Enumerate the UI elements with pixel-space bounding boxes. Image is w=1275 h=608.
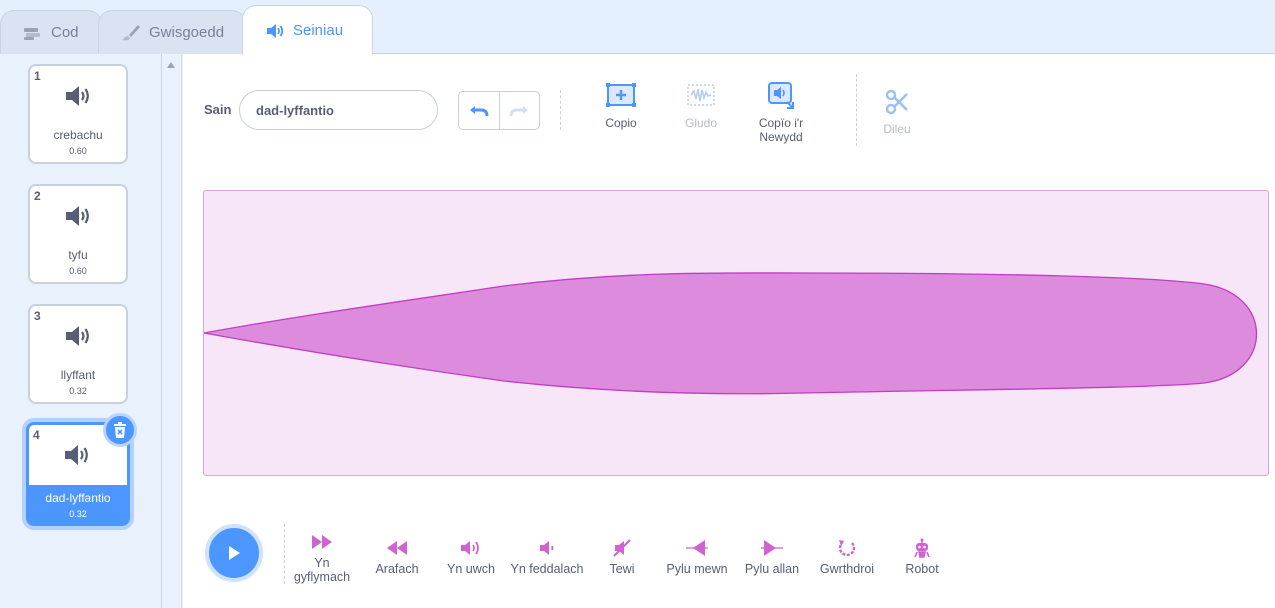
effects-divider <box>284 524 285 584</box>
effect-robot-button[interactable]: Robot <box>896 538 948 576</box>
sound-editor: Sain Copio Gludo Copïo i'r Newydd Dileu <box>183 54 1275 608</box>
undo-button[interactable] <box>459 92 500 129</box>
toolbar-divider <box>560 90 561 130</box>
copy-label: Copio <box>605 116 637 130</box>
softer-icon <box>540 541 554 555</box>
robot-icon <box>914 538 930 558</box>
fade-out-icon <box>761 540 783 556</box>
waveform <box>204 272 1257 395</box>
sound-item[interactable]: 1 crebachu 0.60 <box>28 64 128 164</box>
sound-duration: 0.32 <box>69 386 87 396</box>
sound-duration: 0.60 <box>69 146 87 156</box>
play-icon <box>229 546 240 560</box>
effect-label: Robot <box>905 562 939 576</box>
tab-costumes[interactable]: Gwisgoedd <box>98 10 246 54</box>
tab-code[interactable]: Cod <box>0 10 102 54</box>
mute-icon <box>613 539 631 557</box>
delete-label: Dileu <box>883 122 911 136</box>
effect-label: Gwrthdroi <box>819 562 875 576</box>
tab-code-label: Cod <box>51 24 79 41</box>
sound-list-scrollbar[interactable] <box>162 54 182 608</box>
sound-number: 1 <box>34 69 41 83</box>
sound-name: dad-lyffantio <box>45 491 111 505</box>
toolbar-divider <box>856 74 857 146</box>
louder-icon <box>461 541 479 555</box>
sound-name: crebachu <box>53 128 103 142</box>
delete-sound-button[interactable] <box>103 413 137 447</box>
editor-tabs: Cod Gwisgoedd Seiniau <box>0 0 1275 55</box>
speaker-icon <box>66 86 89 106</box>
sound-item[interactable]: 2 tyfu 0.60 <box>28 184 128 284</box>
redo-button[interactable] <box>500 92 540 129</box>
effect-label: Arafach <box>375 562 419 576</box>
delete-button[interactable]: Dileu <box>862 88 932 136</box>
sound-item[interactable]: 3 llyffant 0.32 <box>28 304 128 404</box>
sound-name-label: Sain <box>204 102 232 117</box>
effect-fade-out-button[interactable]: Pylu allan <box>739 538 805 576</box>
fade-in-icon <box>686 540 708 556</box>
slower-icon <box>387 541 407 555</box>
effect-louder-button[interactable]: Yn uwch <box>441 538 501 576</box>
tab-sounds-label: Seiniau <box>293 22 344 39</box>
copy-to-new-label-line2: Newydd <box>759 130 803 144</box>
sound-name-input[interactable] <box>239 90 438 130</box>
copy-button[interactable]: Copio <box>586 82 656 130</box>
faster-icon <box>312 535 332 549</box>
copy-to-new-label-line1: Copïo i'r <box>758 116 804 130</box>
undo-redo-group <box>458 91 540 130</box>
paste-label: Gludo <box>684 116 718 130</box>
effect-label: Pylu mewn <box>666 562 728 576</box>
copy-to-new-button[interactable]: Copïo i'r Newydd <box>746 82 816 144</box>
effect-fade-in-button[interactable]: Pylu mewn <box>662 538 732 576</box>
copy-to-new-icon <box>768 82 794 109</box>
effect-label-line2: gyflymach <box>293 570 351 584</box>
effect-label-line1: Yn <box>314 556 330 570</box>
sound-number: 2 <box>34 189 41 203</box>
sound-duration: 0.32 <box>69 509 87 519</box>
brush-icon <box>122 24 140 40</box>
waveform-area[interactable] <box>203 190 1269 476</box>
tab-sounds[interactable]: Seiniau <box>242 5 373 55</box>
sound-name: llyffant <box>60 368 96 382</box>
effect-mute-button[interactable]: Tewi <box>602 538 642 576</box>
paste-button[interactable]: Gludo <box>666 82 736 130</box>
play-button[interactable] <box>205 524 263 582</box>
sound-duration: 0.60 <box>69 266 87 276</box>
effect-faster-button[interactable]: Yn gyflymach <box>287 532 357 584</box>
code-icon <box>24 27 40 40</box>
speaker-icon <box>66 206 89 226</box>
sound-number: 4 <box>33 428 40 442</box>
effect-label: Yn uwch <box>447 562 495 576</box>
trash-icon <box>114 422 126 438</box>
undo-icon <box>469 105 489 116</box>
effect-slower-button[interactable]: Arafach <box>367 538 427 576</box>
speaker-icon <box>267 23 284 38</box>
sound-name: tyfu <box>68 248 88 262</box>
speaker-icon <box>65 445 88 465</box>
redo-icon <box>509 105 529 116</box>
effect-reverse-button[interactable]: Gwrthdroi <box>812 538 882 576</box>
scissors-icon <box>885 89 908 115</box>
effect-softer-button[interactable]: Yn feddalach <box>507 538 587 576</box>
copy-icon <box>606 83 636 107</box>
effect-label: Yn feddalach <box>510 562 584 576</box>
reverse-icon <box>838 540 856 557</box>
tab-costumes-label: Gwisgoedd <box>149 24 225 41</box>
effect-label: Pylu allan <box>744 562 800 576</box>
effect-label: Tewi <box>609 562 635 576</box>
speaker-icon <box>66 326 89 346</box>
paste-icon <box>687 84 715 106</box>
sound-number: 3 <box>34 309 41 323</box>
scroll-up-arrow-icon[interactable] <box>167 62 175 68</box>
